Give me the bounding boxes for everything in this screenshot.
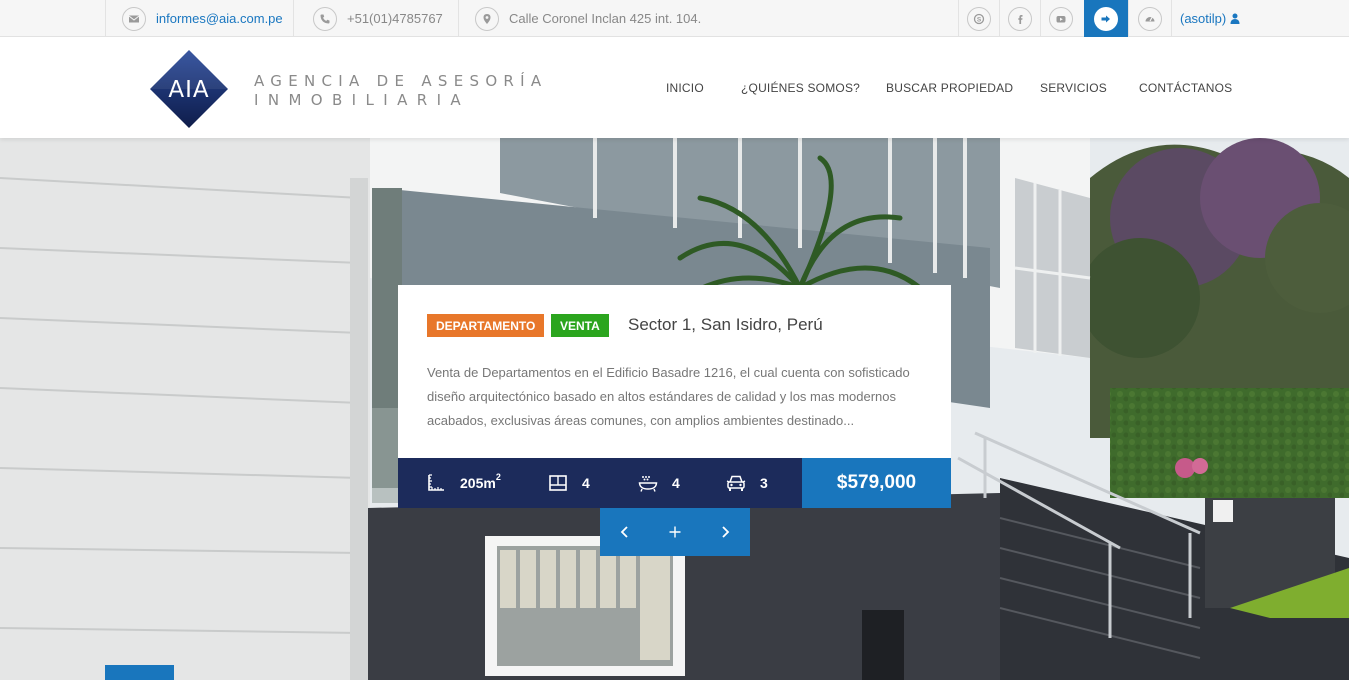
car-icon <box>726 475 746 491</box>
stat-parking-value: 3 <box>760 475 768 491</box>
username-text[interactable]: (asotilp) <box>1180 11 1226 26</box>
contact-phone: +51(01)4785767 <box>293 0 458 37</box>
youtube-link[interactable] <box>1040 0 1081 37</box>
envelope-icon <box>122 6 146 31</box>
property-title[interactable]: Sector 1, San Isidro, Perú <box>628 315 823 335</box>
skype-icon: S <box>967 6 991 31</box>
nav-link-inicio[interactable]: INICIO <box>666 81 704 95</box>
stat-baths: 4 <box>638 458 680 508</box>
bath-icon <box>638 476 658 492</box>
svg-text:S: S <box>977 16 982 23</box>
logout-button[interactable] <box>1084 0 1128 37</box>
plus-icon <box>669 526 681 538</box>
sign-out-icon <box>1094 6 1118 31</box>
stat-baths-value: 4 <box>672 475 680 491</box>
property-stats-bar: 205m2 4 4 3 <box>398 458 802 508</box>
nav-link-contacto[interactable]: CONTÁCTANOS <box>1139 81 1232 95</box>
nav-item-buscar[interactable]: BUSCAR PROPIEDAD <box>886 37 1013 138</box>
facebook-icon <box>1008 6 1032 31</box>
slider-next-button[interactable] <box>700 508 750 556</box>
property-description: Venta de Departamentos en el Edificio Ba… <box>427 365 910 428</box>
nav-item-contacto[interactable]: CONTÁCTANOS <box>1139 37 1232 138</box>
map-pin-icon <box>475 6 499 31</box>
dashboard-icon <box>1138 6 1162 31</box>
slider-details-button[interactable] <box>650 508 700 556</box>
stat-area: 205m2 <box>426 458 501 508</box>
address-text: Calle Coronel Inclan 425 int. 104. <box>509 11 702 26</box>
nav-link-servicios[interactable]: SERVICIOS <box>1040 81 1107 95</box>
operation-badge[interactable]: VENTA <box>551 314 609 337</box>
stat-rooms: 4 <box>548 458 590 508</box>
chevron-left-icon <box>620 526 628 538</box>
nav-item-servicios[interactable]: SERVICIOS <box>1040 37 1107 138</box>
area-icon <box>428 474 444 491</box>
rooms-icon <box>549 475 567 491</box>
logo-mark-text: AIA <box>168 77 209 103</box>
nav-item-quienes[interactable]: ¿QUIÉNES SOMOS? <box>741 37 860 138</box>
stat-rooms-value: 4 <box>582 475 590 491</box>
skype-link[interactable]: S <box>958 0 999 37</box>
property-card[interactable]: DEPARTAMENTO VENTA Sector 1, San Isidro,… <box>398 285 951 458</box>
contact-email[interactable]: informes@aia.com.pe <box>105 0 293 37</box>
facebook-link[interactable] <box>999 0 1040 37</box>
nav-link-buscar[interactable]: BUSCAR PROPIEDAD <box>886 81 1013 95</box>
logo-line-1: AGENCIA DE ASESORÍA <box>254 72 548 90</box>
logo-mark[interactable]: AIA <box>149 49 229 129</box>
youtube-icon <box>1049 6 1073 31</box>
user-account-link[interactable]: (asotilp) <box>1180 0 1240 37</box>
property-type-badge[interactable]: DEPARTAMENTO <box>427 314 545 337</box>
slider-controls <box>600 508 750 556</box>
phone-text: +51(01)4785767 <box>347 11 443 26</box>
property-price[interactable]: $579,000 <box>802 458 951 508</box>
contact-address: Calle Coronel Inclan 425 int. 104. <box>458 0 958 37</box>
logo-wordmark[interactable]: AGENCIA DE ASESORÍA INMOBILIARIA <box>254 72 547 110</box>
bottom-left-tab[interactable] <box>105 665 174 680</box>
logo-line-2: INMOBILIARIA <box>254 91 471 109</box>
user-icon <box>1230 13 1240 24</box>
phone-icon <box>313 6 337 31</box>
email-text[interactable]: informes@aia.com.pe <box>156 11 283 26</box>
stat-area-value: 205m2 <box>460 472 501 491</box>
chevron-right-icon <box>722 526 730 538</box>
dashboard-link[interactable] <box>1128 0 1172 37</box>
top-bar: informes@aia.com.pe +51(01)4785767 Calle… <box>0 0 1349 37</box>
nav-item-inicio[interactable]: INICIO <box>666 37 704 138</box>
stat-parking: 3 <box>726 458 768 508</box>
nav-link-quienes[interactable]: ¿QUIÉNES SOMOS? <box>741 81 860 95</box>
slider-prev-button[interactable] <box>600 508 650 556</box>
site-header: AIA AGENCIA DE ASESORÍA INMOBILIARIA INI… <box>0 37 1349 138</box>
